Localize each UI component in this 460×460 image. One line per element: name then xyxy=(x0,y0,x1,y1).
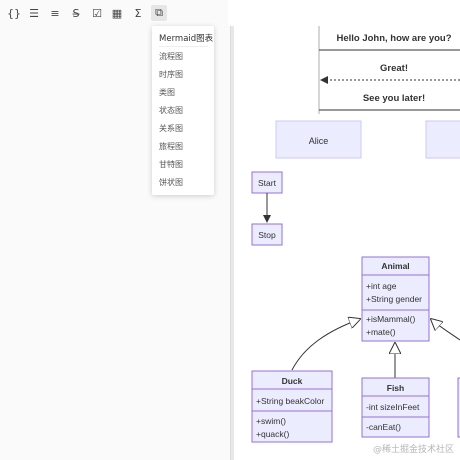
state-diagram: Start Stop xyxy=(251,171,283,246)
inheritance-edge-duck xyxy=(291,319,360,371)
strikethrough-button[interactable]: S̶ xyxy=(68,5,84,21)
diagram-button[interactable]: ⧉ xyxy=(151,5,167,21)
class-name: Animal xyxy=(381,261,409,271)
message-label: See you later! xyxy=(363,93,425,104)
code-block-button[interactable]: {} xyxy=(6,5,22,21)
diagram-icon: ⧉ xyxy=(155,6,163,19)
formula-button[interactable]: Σ xyxy=(130,5,146,21)
class-attribute: -int sizeInFeet xyxy=(366,402,420,412)
class-attribute: +String gender xyxy=(366,294,422,304)
watermark: @稀土掘金技术社区 xyxy=(372,445,454,455)
state-label: Stop xyxy=(258,230,276,240)
preview-pane: Hello John, how are you? Great! See you … xyxy=(234,26,460,460)
dropdown-separator xyxy=(159,46,208,47)
checklist-icon: ☑ xyxy=(92,6,102,20)
participant-label: Alice xyxy=(309,136,329,146)
class-method: +quack() xyxy=(256,429,289,439)
strikethrough-icon: S̶ xyxy=(72,6,80,20)
menu-item-journey[interactable]: 旅程图 xyxy=(159,141,183,152)
ordered-list-icon: ≡ xyxy=(50,6,60,20)
sigma-icon: Σ xyxy=(134,6,142,20)
class-diagram: Animal +int age +String gender +isMammal… xyxy=(251,256,460,443)
class-method: +swim() xyxy=(256,416,286,426)
table-icon: ▦ xyxy=(111,6,123,20)
sequence-diagram: Hello John, how are you? Great! See you … xyxy=(275,26,460,159)
participant-box xyxy=(425,120,460,159)
class-attribute: +int age xyxy=(366,281,397,291)
menu-item-state[interactable]: 状态图 xyxy=(159,105,183,116)
unordered-list-icon: ☰ xyxy=(29,6,39,20)
code-block-icon: {} xyxy=(7,6,21,20)
class-name: Duck xyxy=(282,376,303,386)
menu-item-class[interactable]: 类图 xyxy=(159,87,175,98)
mermaid-dropdown-menu: Mermaid图表 流程图 时序图 类图 状态图 关系图 旅程图 甘特图 饼状图 xyxy=(152,26,214,195)
dropdown-title: Mermaid图表 xyxy=(159,34,214,44)
table-button[interactable]: ▦ xyxy=(109,5,125,21)
unordered-list-button[interactable]: ☰ xyxy=(26,5,42,21)
editor-toolbar: {} ☰ ≡ S̶ ☑ ▦ Σ ⧉ xyxy=(0,0,228,26)
class-attribute: +String beakColor xyxy=(256,396,324,406)
menu-item-gantt[interactable]: 甘特图 xyxy=(159,159,183,170)
menu-item-flowchart[interactable]: 流程图 xyxy=(159,51,183,62)
inheritance-edge xyxy=(431,319,460,341)
class-method: +mate() xyxy=(366,327,396,337)
menu-item-pie[interactable]: 饼状图 xyxy=(159,177,183,188)
menu-item-sequence[interactable]: 时序图 xyxy=(159,69,183,80)
menu-item-er[interactable]: 关系图 xyxy=(159,123,183,134)
checklist-button[interactable]: ☑ xyxy=(89,5,105,21)
class-name: Fish xyxy=(387,383,404,393)
diagram-canvas: Hello John, how are you? Great! See you … xyxy=(251,26,460,443)
message-label: Great! xyxy=(380,63,408,74)
ordered-list-button[interactable]: ≡ xyxy=(47,5,63,21)
class-method: -canEat() xyxy=(366,422,401,432)
class-method: +isMammal() xyxy=(366,314,416,324)
message-label: Hello John, how are you? xyxy=(336,33,451,44)
state-label: Start xyxy=(258,178,277,188)
